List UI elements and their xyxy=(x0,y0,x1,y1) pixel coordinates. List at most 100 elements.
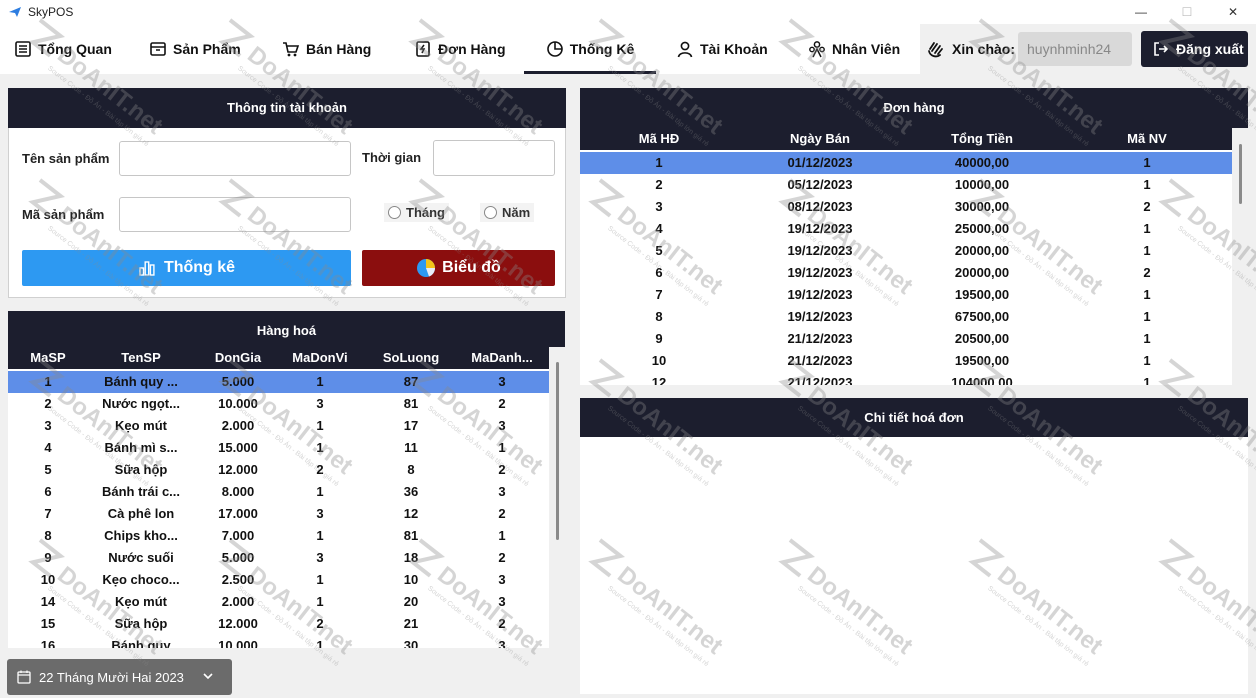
table-cell: 10 xyxy=(651,353,667,368)
maximize-button[interactable]: ☐ xyxy=(1164,0,1210,24)
table-row[interactable]: 5 19/12/2023 20000,00 1 xyxy=(580,240,1232,262)
tab-tai-khoan[interactable]: Tài Khoản xyxy=(676,24,768,74)
table-cell: Sữa hộp xyxy=(114,462,168,477)
table-cell: 2 xyxy=(498,550,506,565)
month-radio[interactable]: Tháng xyxy=(384,203,449,222)
table-cell: Bánh quy xyxy=(111,638,171,648)
account-panel-title: Thông tin tài khoản xyxy=(8,88,566,128)
tab-tong-quan[interactable]: Tổng Quan xyxy=(14,24,112,74)
table-row[interactable]: 9 Nước suối 5.000 3 18 2 xyxy=(8,547,549,569)
table-row[interactable]: 15 Sữa hộp 12.000 2 21 2 xyxy=(8,613,549,635)
column-header[interactable]: MaSP xyxy=(12,347,84,369)
table-cell: 10 xyxy=(403,572,419,587)
table-row[interactable]: 8 Chips kho... 7.000 1 81 1 xyxy=(8,525,549,547)
table-row[interactable]: 3 08/12/2023 30000,00 2 xyxy=(580,196,1232,218)
goods-table[interactable]: MaSP TenSP DonGia MaDonVi SoLuong MaDanh... 1 B… xyxy=(8,347,549,648)
username-field: huynhminh24 xyxy=(1018,32,1132,66)
orders-table[interactable]: Mã HĐ Ngày Bán Tổng Tiền Mã NV 1 01/12/2023 40… xyxy=(580,128,1232,385)
close-button[interactable]: ✕ xyxy=(1210,0,1256,24)
year-radio[interactable]: Năm xyxy=(480,203,535,222)
column-header[interactable]: SoLuong xyxy=(362,347,460,369)
column-header[interactable]: Mã NV xyxy=(1062,128,1232,150)
table-cell: 3 xyxy=(655,199,663,214)
user-icon xyxy=(677,41,693,58)
table-cell: 2 xyxy=(316,462,324,477)
radio-circle xyxy=(388,206,401,219)
table-row[interactable]: 10 Kẹo choco... 2.500 1 10 3 xyxy=(8,569,549,591)
table-row[interactable]: 4 19/12/2023 25000,00 1 xyxy=(580,218,1232,240)
table-row[interactable]: 3 Kẹo mút 2.000 1 17 3 xyxy=(8,415,549,437)
logout-button[interactable]: Đăng xuất xyxy=(1141,31,1248,67)
table-cell: 2 xyxy=(655,177,663,192)
tab-nhan-vien[interactable]: Nhân Viên xyxy=(808,24,900,74)
table-cell: 2 xyxy=(498,396,506,411)
table-row[interactable]: 1 Bánh quy ... 5.000 1 87 3 xyxy=(8,371,549,393)
logout-icon xyxy=(1154,42,1169,56)
table-row[interactable]: 6 19/12/2023 20000,00 2 xyxy=(580,262,1232,284)
column-header[interactable]: TenSP xyxy=(84,347,198,369)
table-cell: 08/12/2023 xyxy=(787,199,853,214)
table-row[interactable]: 1 01/12/2023 40000,00 1 xyxy=(580,152,1232,174)
table-cell: Kẹo mút xyxy=(115,418,167,433)
table-cell: 8 xyxy=(407,462,415,477)
table-cell: 8 xyxy=(44,528,52,543)
table-cell: 3 xyxy=(498,418,506,433)
product-name-input[interactable] xyxy=(119,141,351,176)
table-cell: 6 xyxy=(44,484,52,499)
column-header[interactable]: MaDanh... xyxy=(460,347,544,369)
minimize-button[interactable]: — xyxy=(1118,0,1164,24)
tab-label: Sản Phẩm xyxy=(173,41,241,57)
table-cell: 3 xyxy=(498,572,506,587)
table-row[interactable]: 10 21/12/2023 19500,00 1 xyxy=(580,350,1232,372)
table-cell: 1 xyxy=(1143,353,1151,368)
column-header[interactable]: Ngày Bán xyxy=(738,128,902,150)
table-cell: 21/12/2023 xyxy=(787,353,853,368)
chart-button[interactable]: Biểu đồ xyxy=(362,250,555,286)
table-cell: 14 xyxy=(40,594,56,609)
table-cell: 30 xyxy=(403,638,419,648)
table-cell: 67500,00 xyxy=(954,309,1010,324)
tab-don-hang[interactable]: Đơn Hàng xyxy=(414,24,506,74)
table-cell: 19500,00 xyxy=(954,287,1010,302)
table-row[interactable]: 9 21/12/2023 20500,00 1 xyxy=(580,328,1232,350)
table-row[interactable]: 7 19/12/2023 19500,00 1 xyxy=(580,284,1232,306)
table-cell: 4 xyxy=(655,221,663,236)
time-input[interactable] xyxy=(433,140,555,176)
date-picker[interactable]: 22 Tháng Mười Hai 2023 xyxy=(7,659,232,695)
table-cell: 2 xyxy=(1143,199,1151,214)
statistics-button[interactable]: Thống kê xyxy=(22,250,351,286)
table-row[interactable]: 4 Bánh mì s... 15.000 1 11 1 xyxy=(8,437,549,459)
table-row[interactable]: 2 05/12/2023 10000,00 1 xyxy=(580,174,1232,196)
table-cell: 15.000 xyxy=(218,440,258,455)
table-cell: 20 xyxy=(403,594,419,609)
product-code-input[interactable] xyxy=(119,197,351,232)
column-header[interactable]: Tổng Tiền xyxy=(902,128,1062,150)
table-cell: 1 xyxy=(316,418,324,433)
table-row[interactable]: 14 Kẹo mút 2.000 1 20 3 xyxy=(8,591,549,613)
column-header[interactable]: DonGia xyxy=(198,347,278,369)
goods-scrollbar[interactable] xyxy=(556,362,559,540)
table-cell: 3 xyxy=(316,550,324,565)
tab-ban-hang[interactable]: Bán Hàng xyxy=(282,24,371,74)
table-row[interactable]: 7 Cà phê lon 17.000 3 12 2 xyxy=(8,503,549,525)
table-row[interactable]: 6 Bánh trái c... 8.000 1 36 3 xyxy=(8,481,549,503)
table-cell: 1 xyxy=(1143,243,1151,258)
column-header[interactable]: Mã HĐ xyxy=(580,128,738,150)
table-cell: 3 xyxy=(498,594,506,609)
table-row[interactable]: 5 Sữa hộp 12.000 2 8 2 xyxy=(8,459,549,481)
table-cell: 2.500 xyxy=(221,572,255,587)
column-header[interactable]: MaDonVi xyxy=(278,347,362,369)
table-row[interactable]: 2 Nước ngọt... 10.000 3 81 2 xyxy=(8,393,549,415)
tab-thong-ke[interactable]: Thống Kê xyxy=(524,24,656,74)
table-row[interactable]: 8 19/12/2023 67500,00 1 xyxy=(580,306,1232,328)
orders-scrollbar[interactable] xyxy=(1239,144,1242,204)
tab-label: Tổng Quan xyxy=(38,41,112,57)
table-cell: 3 xyxy=(498,638,506,648)
table-cell: Nước ngọt... xyxy=(102,396,180,411)
table-row[interactable]: 12 21/12/2023 104000,00 1 xyxy=(580,372,1232,385)
table-cell: 19/12/2023 xyxy=(787,243,853,258)
tab-san-pham[interactable]: Sản Phẩm xyxy=(149,24,241,74)
table-cell: 1 xyxy=(1143,177,1151,192)
table-cell: 10.000 xyxy=(218,396,258,411)
table-row[interactable]: 16 Bánh quy 10.000 1 30 3 xyxy=(8,635,549,648)
